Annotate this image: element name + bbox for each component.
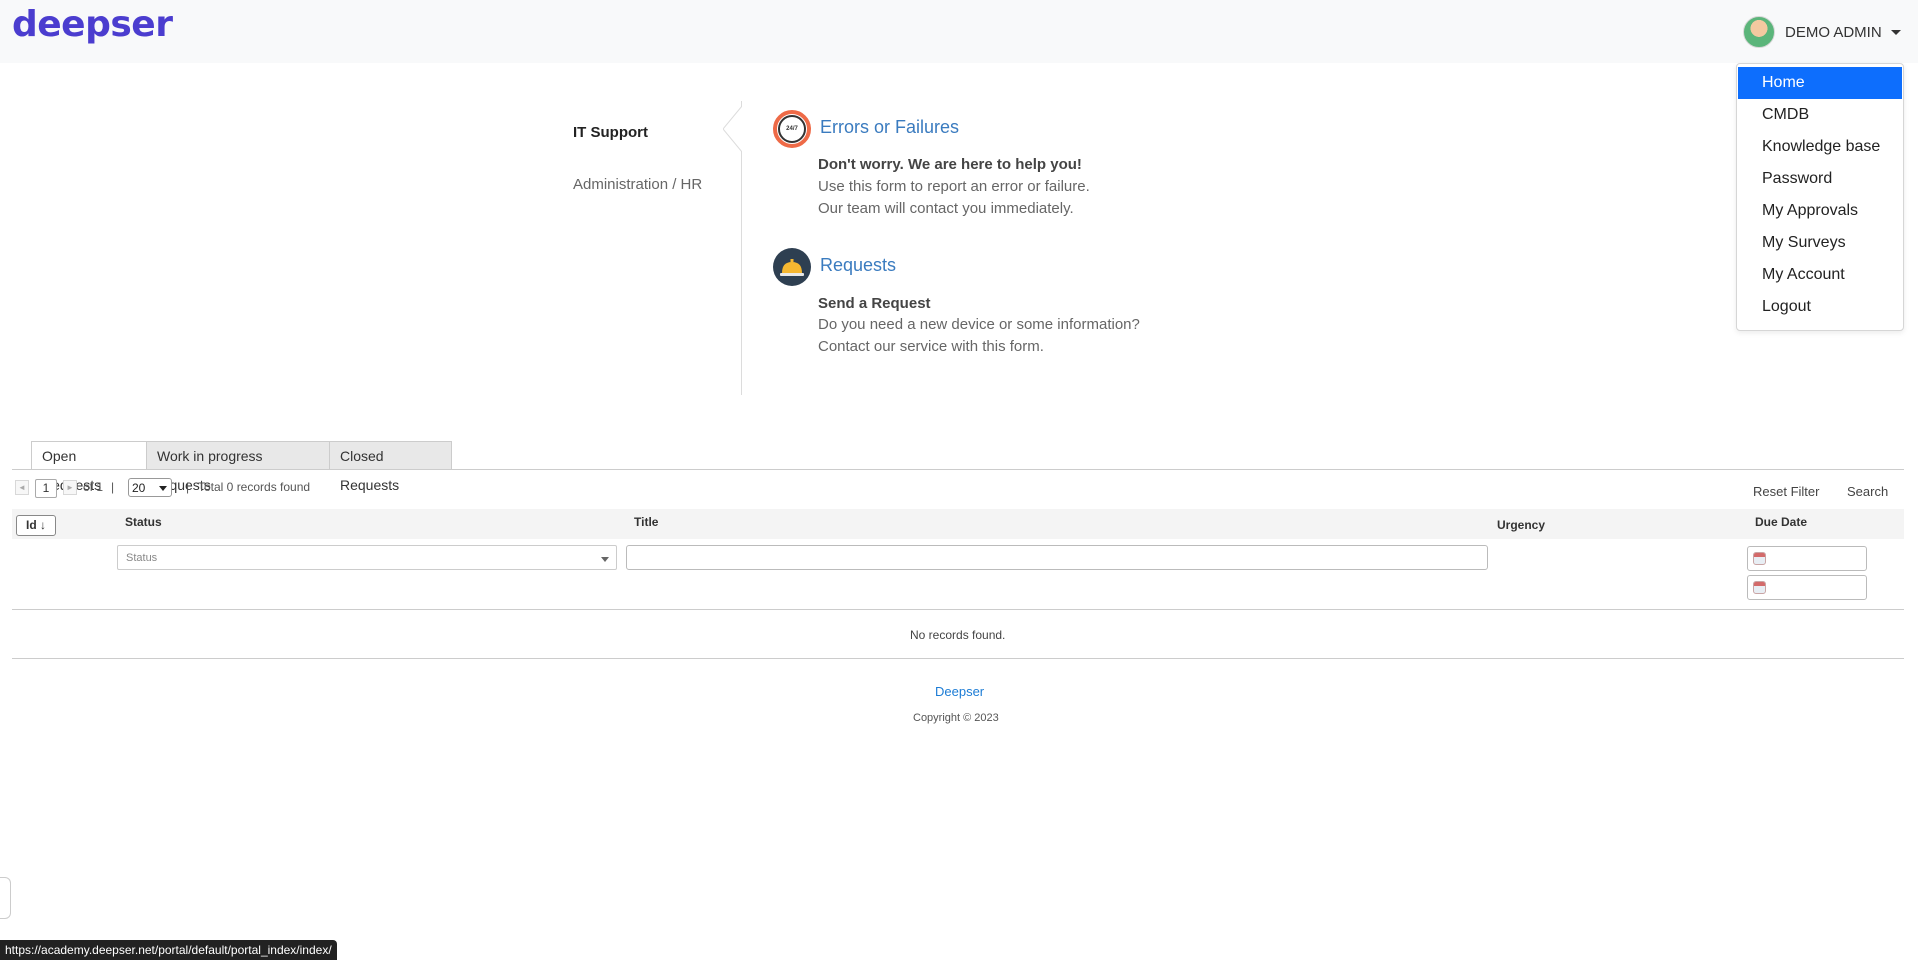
pager-separator-2: | [186, 480, 190, 494]
pager-separator: | [111, 480, 115, 494]
calendar-icon[interactable] [1753, 581, 1766, 594]
service-errors-title[interactable]: Errors or Failures [820, 117, 959, 138]
service-requests-desc-1: Do you need a new device or some informa… [818, 316, 1140, 333]
user-menu-toggle[interactable]: DEMO ADMIN [1743, 16, 1901, 48]
prev-page-icon[interactable]: ◄ [15, 480, 29, 495]
menu-item-my-account[interactable]: My Account [1738, 259, 1902, 291]
menu-item-my-surveys[interactable]: My Surveys [1738, 227, 1902, 259]
category-administration-hr[interactable]: Administration / HR [573, 176, 702, 193]
menu-item-knowledge-base[interactable]: Knowledge base [1738, 131, 1902, 163]
empty-message: No records found. [910, 628, 1006, 642]
status-filter-select[interactable]: Status [117, 545, 617, 570]
support-24-7-icon[interactable]: 24/7 [773, 110, 811, 148]
tab-closed-requests[interactable]: Closed Requests [329, 441, 452, 493]
chevron-down-icon [601, 557, 609, 562]
service-errors-desc-2: Our team will contact you immediately. [818, 200, 1074, 217]
grid-divider [12, 609, 1904, 610]
title-filter-input[interactable] [626, 545, 1488, 570]
side-feedback-tab[interactable] [0, 877, 11, 919]
next-page-icon[interactable]: ► [63, 480, 77, 495]
menu-item-cmdb[interactable]: CMDB [1738, 99, 1902, 131]
menu-item-password[interactable]: Password [1738, 163, 1902, 195]
service-requests-subtitle: Send a Request [818, 295, 931, 312]
service-errors-subtitle: Don't worry. We are here to help you! [818, 156, 1082, 173]
active-category-pointer [723, 106, 747, 152]
menu-item-my-approvals[interactable]: My Approvals [1738, 195, 1902, 227]
title-column-header[interactable]: Title [634, 515, 658, 529]
urgency-column-header[interactable]: Urgency [1497, 518, 1545, 532]
page-number-input[interactable]: 1 [35, 479, 57, 498]
total-records: Total 0 records found [198, 480, 311, 494]
tab-work-in-progress-requests[interactable]: Work in progress requests [146, 441, 330, 493]
page-count: of 1 [83, 480, 104, 494]
menu-item-logout[interactable]: Logout [1738, 291, 1902, 323]
avatar [1743, 16, 1775, 48]
service-bell-icon[interactable] [773, 248, 811, 286]
status-filter-placeholder: Status [126, 552, 158, 564]
status-bar-url: https://academy.deepser.net/portal/defau… [0, 940, 337, 960]
calendar-icon[interactable] [1753, 552, 1766, 565]
service-requests-title[interactable]: Requests [820, 255, 896, 276]
due-date-column-header[interactable]: Due Date [1755, 515, 1807, 529]
copyright-text: Copyright © 2023 [913, 712, 999, 724]
id-column-label: Id [25, 518, 37, 532]
tab-open-requests[interactable]: Open Requests [31, 441, 147, 493]
menu-item-home[interactable]: Home [1738, 67, 1902, 99]
category-it-support[interactable]: IT Support [573, 124, 648, 141]
footer-deepser-link[interactable]: Deepser [935, 684, 984, 699]
arrow-down-icon: ↓ [40, 518, 46, 532]
caret-down-icon [1890, 29, 1901, 35]
reset-filter-button[interactable]: Reset Filter [1753, 484, 1819, 499]
grid-bottom-divider [12, 658, 1904, 659]
per-page-select[interactable]: 20 [128, 478, 172, 497]
user-dropdown-menu: Home CMDB Knowledge base Password My App… [1736, 63, 1904, 331]
user-name: DEMO ADMIN [1785, 23, 1882, 41]
deepser-logo[interactable]: deepser [12, 4, 173, 45]
id-sort-button[interactable]: Id ↓ [16, 515, 56, 536]
service-requests-desc-2: Contact our service with this form. [818, 338, 1044, 355]
due-date-to-input[interactable] [1747, 575, 1867, 600]
per-page-value: 20 [132, 481, 146, 495]
service-errors-desc-1: Use this form to report an error or fail… [818, 178, 1090, 195]
tab-underline [12, 469, 1904, 470]
chevron-down-icon [159, 486, 167, 491]
grid-header-row [12, 509, 1904, 539]
due-date-from-input[interactable] [1747, 546, 1867, 571]
status-column-header[interactable]: Status [125, 515, 162, 529]
search-button[interactable]: Search [1847, 484, 1888, 499]
top-navbar [0, 0, 1918, 63]
